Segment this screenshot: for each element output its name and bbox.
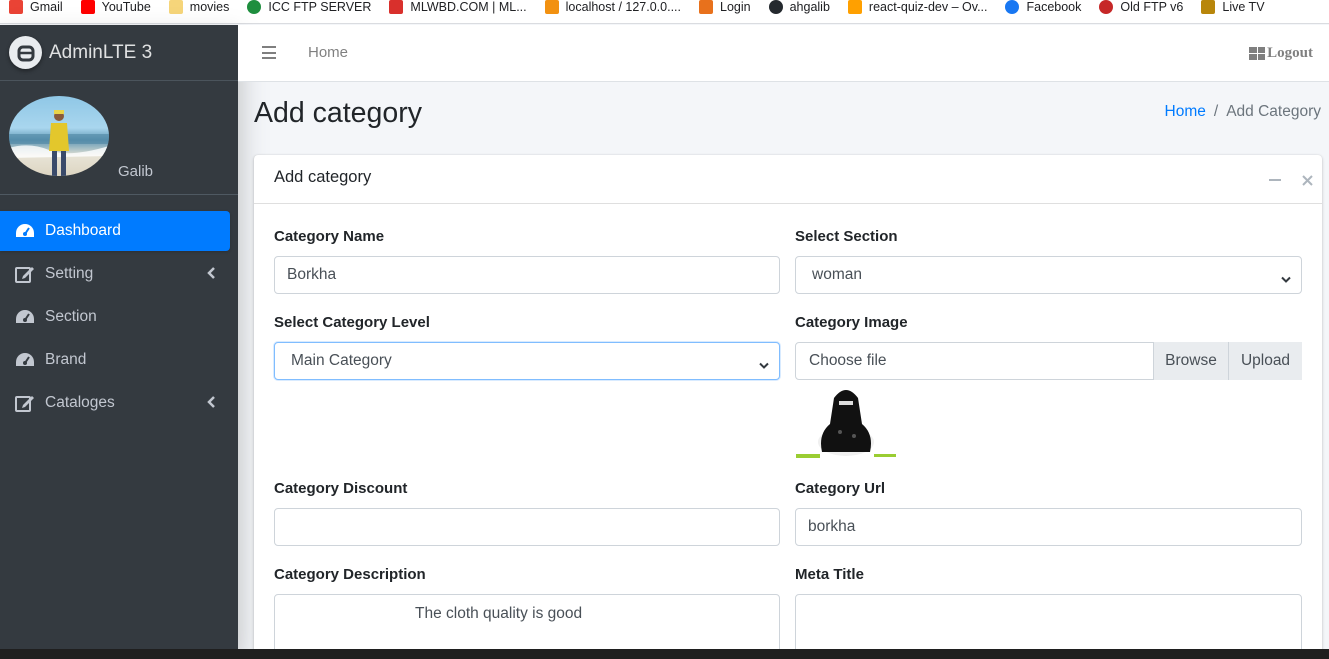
os-taskbar (0, 649, 1329, 659)
edit-icon (15, 393, 35, 413)
category-url-input[interactable]: borkha (795, 508, 1302, 546)
grid-icon (1249, 47, 1266, 60)
bookmark-localhost[interactable]: localhost / 127.0.0.... (536, 0, 690, 19)
gmail-icon (9, 0, 23, 14)
firebase-icon (847, 0, 862, 14)
file-input-placeholder: Choose file (809, 352, 887, 369)
bookmark-gmail[interactable]: Gmail (0, 0, 72, 19)
sidebar-item-setting[interactable]: Setting (0, 254, 230, 294)
nav-home-link[interactable]: Home (308, 44, 348, 61)
tachometer-icon (15, 221, 35, 241)
close-icon[interactable] (1298, 171, 1316, 189)
category-name-input[interactable]: Borkha (274, 256, 780, 294)
brand-link[interactable]: AdminLTE 3 (0, 25, 238, 81)
chevron-down-icon (1281, 271, 1291, 289)
category-name-value: Borkha (287, 266, 337, 283)
meta-title-label: Meta Title (795, 566, 864, 583)
category-image-label: Category Image (795, 314, 908, 331)
upload-button[interactable]: Upload (1228, 342, 1302, 380)
sidebar-nav: Dashboard Setting Section Brand Cataloge… (0, 211, 238, 423)
user-name[interactable]: Galib (118, 163, 153, 180)
bookmark-facebook[interactable]: Facebook (996, 0, 1090, 19)
category-image-file-input[interactable]: Choose file Browse Upload (795, 342, 1302, 380)
category-description-value: The cloth quality is good (415, 605, 583, 622)
browse-button[interactable]: Browse (1153, 342, 1228, 380)
bookmarks-bar: Gmail YouTube movies ICC FTP SERVER MLWB… (0, 0, 1329, 24)
collapse-icon[interactable] (1266, 171, 1284, 189)
menu-toggle-icon[interactable] (262, 46, 276, 59)
chevron-left-icon (207, 266, 215, 284)
category-url-label: Category Url (795, 480, 886, 497)
bookmark-youtube[interactable]: YouTube (72, 0, 160, 19)
category-level-value: Main Category (291, 352, 392, 369)
logout-label: Logout (1267, 45, 1313, 61)
sidebar-item-label: Dashboard (45, 222, 121, 239)
page-title: Add category (254, 97, 422, 129)
folder-icon (168, 0, 183, 14)
user-panel: Galib (0, 81, 238, 195)
top-navbar: Home Logout (238, 25, 1329, 82)
live-tv-icon (1201, 0, 1216, 14)
bookmark-login[interactable]: Login (690, 0, 760, 19)
bookmark-movies[interactable]: movies (160, 0, 239, 19)
category-name-label: Category Name (274, 228, 385, 245)
youtube-icon (80, 0, 95, 14)
sidebar-item-section[interactable]: Section (0, 297, 230, 337)
sidebar-item-label: Cataloges (45, 394, 115, 411)
chevron-left-icon (207, 395, 215, 413)
category-url-value: borkha (808, 518, 856, 535)
sidebar-item-brand[interactable]: Brand (0, 340, 230, 380)
brand-text: AdminLTE 3 (49, 41, 153, 63)
bookmark-live-tv[interactable]: Live TV (1192, 0, 1273, 19)
adminlte-logo-icon (9, 36, 42, 69)
card-header: Add category (254, 155, 1322, 204)
icc-ftp-icon (247, 0, 262, 14)
phpmyadmin-icon (544, 0, 559, 14)
bookmark-icc-ftp[interactable]: ICC FTP SERVER (238, 0, 380, 19)
breadcrumb-home-link[interactable]: Home (1165, 103, 1206, 121)
bookmark-old-ftp[interactable]: Old FTP v6 (1090, 0, 1192, 19)
category-level-label: Select Category Level (274, 314, 430, 331)
login-icon (699, 0, 713, 14)
card-tools (1266, 171, 1316, 189)
select-section-label: Select Section (795, 228, 898, 245)
breadcrumb-separator: / (1213, 103, 1219, 120)
sidebar-item-dashboard[interactable]: Dashboard (0, 211, 230, 251)
github-icon (768, 0, 783, 14)
add-category-card: Add category (254, 155, 1322, 659)
bookmark-ahgalib[interactable]: ahgalib (760, 0, 839, 19)
breadcrumb: Home / Add Category (1165, 103, 1321, 121)
tachometer-icon (15, 350, 35, 370)
bookmark-mlwbd[interactable]: MLWBD.COM | ML... (380, 0, 535, 19)
chevron-down-icon (759, 357, 769, 375)
bookmark-react-quiz[interactable]: react-quiz-dev – Ov... (839, 0, 997, 19)
old-ftp-icon (1099, 0, 1114, 14)
tachometer-icon (15, 307, 35, 327)
edit-icon (15, 264, 35, 284)
mlwbd-icon (389, 0, 404, 14)
category-discount-label: Category Discount (274, 480, 408, 497)
sidebar-item-label: Brand (45, 351, 87, 368)
sidebar-item-label: Setting (45, 265, 94, 282)
facebook-icon (1005, 0, 1020, 14)
main-sidebar: AdminLTE 3 Galib Dashboard Setting Secti… (0, 25, 238, 649)
category-description-label: Category Description (274, 566, 426, 583)
breadcrumb-current: Add Category (1226, 103, 1321, 120)
card-title: Add category (274, 168, 372, 186)
category-level-select[interactable]: Main Category (274, 342, 780, 380)
section-select-value: woman (812, 266, 862, 283)
avatar[interactable] (9, 96, 109, 176)
sidebar-item-cataloges[interactable]: Cataloges (0, 383, 230, 423)
section-select[interactable]: woman (795, 256, 1302, 294)
sidebar-item-label: Section (45, 308, 97, 325)
category-discount-input[interactable] (274, 508, 780, 546)
category-image-preview (796, 384, 896, 460)
logout-button[interactable]: Logout (1249, 45, 1313, 62)
